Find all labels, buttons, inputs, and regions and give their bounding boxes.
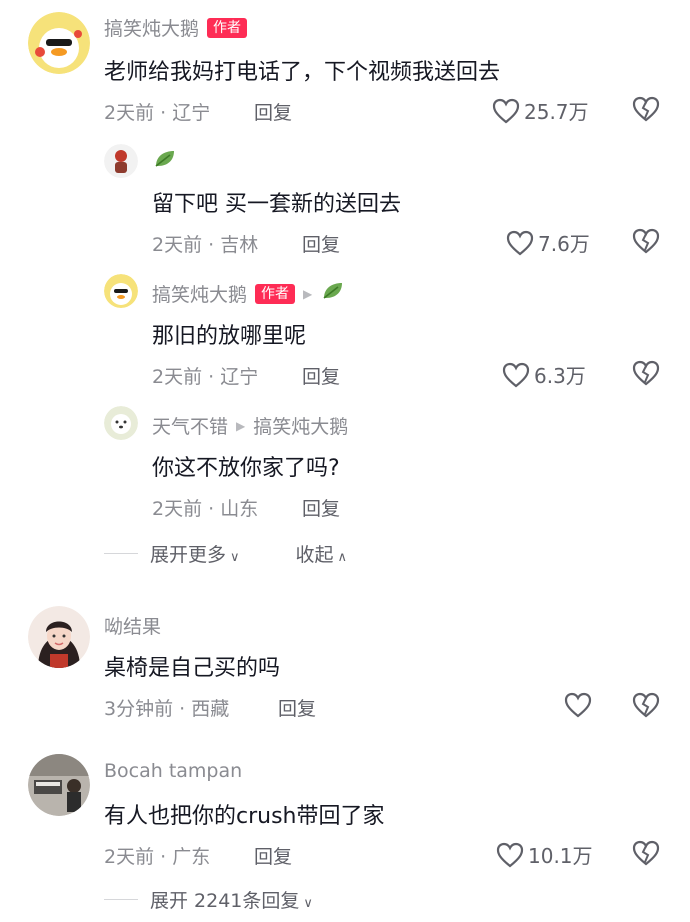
chevron-up-icon: ∧ [337, 550, 348, 565]
username[interactable]: Bocah tampan [104, 760, 242, 782]
broken-heart-icon [632, 360, 660, 386]
reply-button[interactable]: 回复 [254, 98, 292, 125]
author-badge: 作者 [207, 17, 248, 38]
username[interactable] [152, 148, 178, 175]
expand-replies-button[interactable]: 展开 2241条回复 ∨ [150, 886, 313, 913]
expand-more-label: 展开更多 [150, 544, 227, 566]
chevron-down-icon: ∨ [303, 896, 313, 911]
username[interactable]: 搞笑炖大鹅 作者 [104, 14, 248, 41]
chevron-down-icon: ∨ [230, 550, 240, 565]
heart-icon [496, 842, 524, 867]
reply-button[interactable]: 回复 [302, 494, 340, 521]
heart-icon [492, 98, 520, 123]
broken-heart-icon [632, 840, 660, 866]
username-text[interactable]: Bocah tampan [104, 760, 242, 782]
like-button[interactable]: 10.1万 [496, 840, 593, 869]
username[interactable]: 呦结果 [104, 612, 161, 639]
comment-meta: 3分钟前 · 西藏 [104, 698, 230, 720]
reply-button[interactable]: 回复 [254, 842, 292, 869]
reply-text: 那旧的放哪里呢 [152, 324, 307, 349]
dislike-button[interactable] [632, 228, 660, 258]
girl-avatar-icon [28, 606, 90, 668]
username-text[interactable]: 搞笑炖大鹅 [104, 14, 199, 41]
avatar[interactable] [28, 12, 90, 74]
dog-avatar-icon [104, 406, 138, 440]
dislike-button[interactable] [632, 692, 660, 722]
reply-meta: 2天前 · 辽宁 [152, 366, 259, 388]
username-text[interactable]: 搞笑炖大鹅 [152, 280, 247, 307]
like-count: 6.3万 [534, 364, 586, 388]
dislike-button[interactable] [632, 840, 660, 870]
reply-button[interactable]: 回复 [278, 694, 316, 721]
comment-text: 老师给我妈打电话了，下个视频我送回去 [104, 60, 501, 85]
expand-collapse-row: 展开更多 ∨ 收起 ∧ [104, 540, 347, 567]
like-count: 10.1万 [528, 844, 593, 868]
reply-meta: 2天前 · 山东 [152, 498, 259, 520]
heart-icon [506, 230, 534, 255]
heart-icon [564, 692, 592, 718]
comment-meta: 2天前 · 辽宁 [104, 102, 211, 124]
heart-icon [502, 362, 530, 387]
like-button[interactable]: 7.6万 [506, 228, 590, 257]
comment-text: 有人也把你的crush带回了家 [104, 804, 385, 829]
broken-heart-icon [632, 692, 660, 718]
like-button[interactable]: 6.3万 [502, 360, 586, 389]
reply-button[interactable]: 回复 [302, 230, 340, 257]
leaf-emoji-icon [152, 148, 178, 175]
dislike-button[interactable] [632, 360, 660, 390]
avatar[interactable] [104, 274, 138, 308]
divider-line [104, 553, 138, 554]
person-avatar-icon [104, 144, 138, 178]
username[interactable]: 搞笑炖大鹅 作者 ▶ [152, 280, 346, 307]
reply-text: 你这不放你家了吗? [152, 456, 340, 481]
duck-avatar-icon [28, 12, 90, 74]
username[interactable]: 天气不错 ▶ 搞笑炖大鹅 [152, 412, 348, 439]
username-text[interactable]: 呦结果 [104, 612, 161, 639]
reply-arrow-icon: ▶ [236, 418, 246, 433]
expand-more-button[interactable]: 展开更多 ∨ [150, 540, 240, 567]
reply-arrow-icon: ▶ [303, 286, 313, 301]
avatar[interactable] [104, 144, 138, 178]
dislike-button[interactable] [632, 96, 660, 126]
like-count: 7.6万 [538, 232, 590, 256]
divider-line [104, 899, 138, 900]
collapse-label: 收起 [295, 544, 334, 566]
reply-text: 留下吧 买一套新的送回去 [152, 192, 401, 217]
expand-replies-row: 展开 2241条回复 ∨ [104, 886, 313, 913]
comment-text: 桌椅是自己买的吗 [104, 656, 281, 681]
comment-meta: 2天前 · 广东 [104, 846, 211, 868]
avatar[interactable] [28, 606, 90, 668]
broken-heart-icon [632, 96, 660, 122]
like-button[interactable]: 25.7万 [492, 96, 589, 125]
username-text[interactable]: 天气不错 [152, 412, 228, 439]
avatar[interactable] [28, 754, 90, 816]
leaf-emoji-icon [320, 280, 346, 307]
like-count: 25.7万 [524, 100, 589, 124]
like-button[interactable] [564, 692, 596, 718]
reply-button[interactable]: 回复 [302, 362, 340, 389]
photo-avatar-icon [28, 754, 90, 816]
duck-avatar-icon [104, 274, 138, 308]
reply-to-username[interactable]: 搞笑炖大鹅 [253, 412, 348, 439]
broken-heart-icon [632, 228, 660, 254]
expand-replies-label: 展开 2241条回复 [150, 890, 300, 912]
collapse-button[interactable]: 收起 ∧ [296, 540, 348, 567]
reply-meta: 2天前 · 吉林 [152, 234, 259, 256]
author-badge: 作者 [255, 283, 296, 304]
avatar[interactable] [104, 406, 138, 440]
